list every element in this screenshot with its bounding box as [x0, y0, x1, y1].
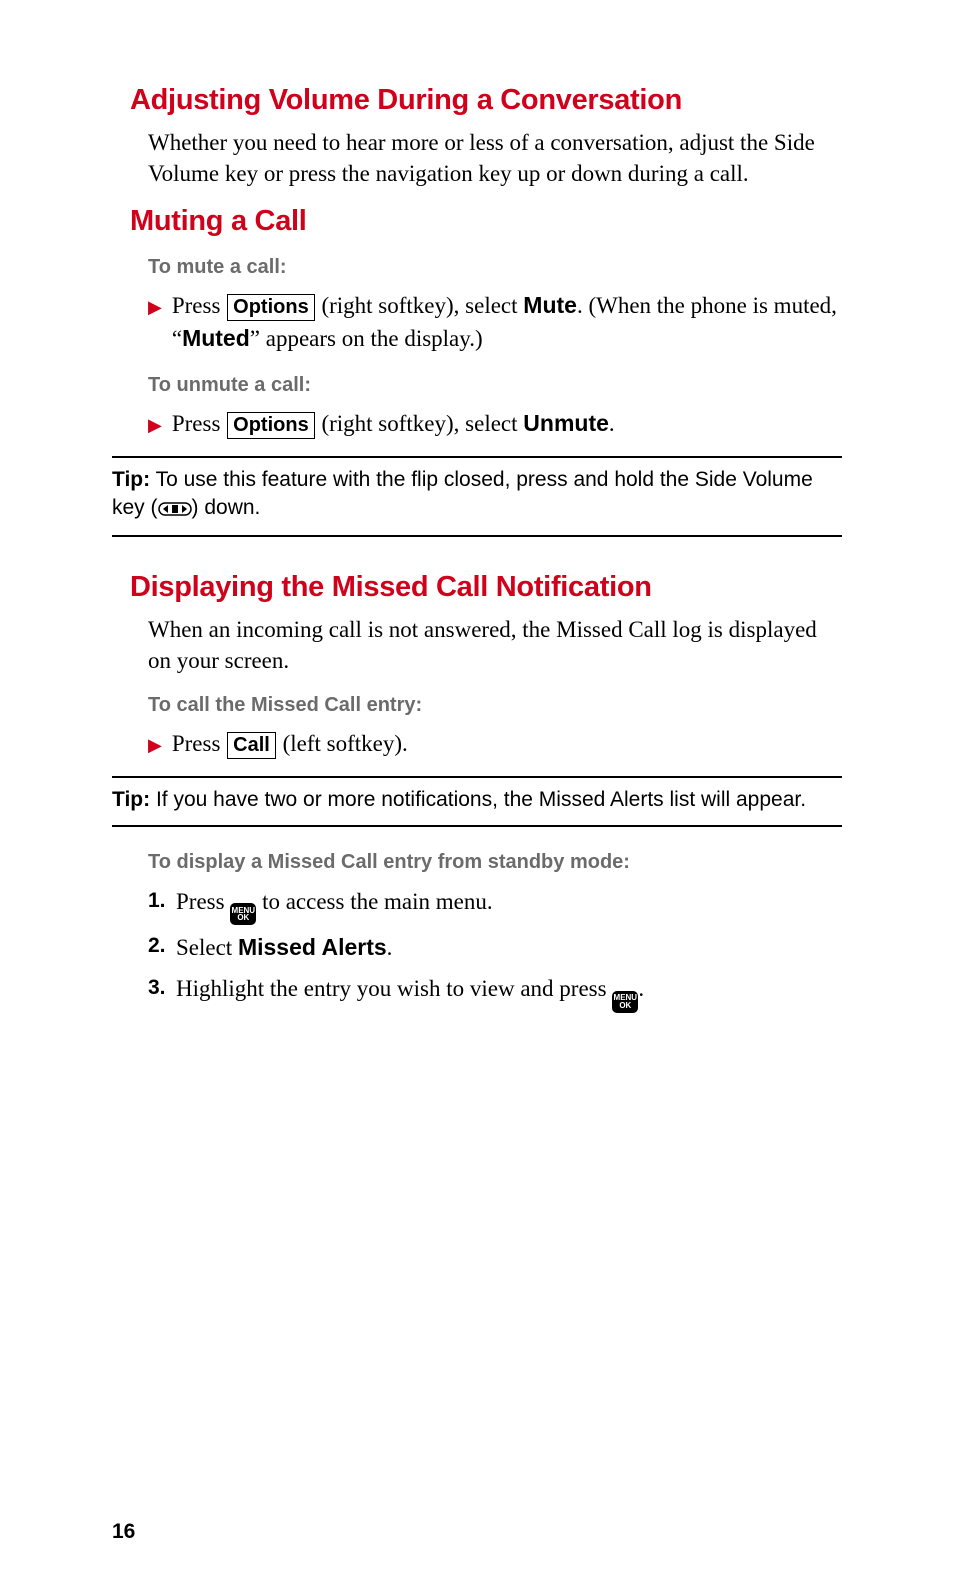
page-number: 16 — [112, 1520, 135, 1544]
list-item: 2. Select Missed Alerts. — [148, 929, 842, 967]
body-missed-call: When an incoming call is not answered, t… — [148, 614, 842, 676]
text: Select — [176, 935, 238, 960]
list-item: 1. Press MENUOK to access the main menu. — [148, 884, 842, 926]
text: ” appears on the display.) — [250, 326, 483, 351]
sub-to-mute: To mute a call: — [148, 256, 842, 279]
body-adjust-volume: Whether you need to hear more or less of… — [148, 127, 842, 189]
list-item: 3. Highlight the entry you wish to view … — [148, 971, 842, 1013]
tip-label: Tip: — [112, 788, 150, 811]
sub-display-missed: To display a Missed Call entry from stan… — [148, 851, 842, 874]
text: to access the main menu. — [256, 889, 492, 914]
heading-muting-call: Muting a Call — [130, 205, 842, 238]
tip-mute-flip: Tip: To use this feature with the flip c… — [112, 456, 842, 537]
text: (right softkey), select — [316, 411, 524, 436]
heading-missed-call: Displaying the Missed Call Notification — [130, 571, 842, 604]
numbered-list: 1. Press MENUOK to access the main menu.… — [148, 884, 842, 1013]
volume-key-icon — [158, 496, 192, 524]
step-call-missed: ▶ Press Call (left softkey). — [148, 727, 842, 760]
number-1: 1. — [148, 884, 176, 926]
text: . — [638, 976, 644, 1001]
tip-missed-alerts: Tip: If you have two or more notificatio… — [112, 776, 842, 826]
keycap-options: Options — [227, 412, 315, 439]
bold-missed-alerts: Missed Alerts — [238, 934, 387, 960]
text: Highlight the entry you wish to view and… — [176, 976, 612, 1001]
tip-label: Tip: — [112, 468, 150, 491]
text: Press — [172, 293, 226, 318]
tip-text: If you have two or more notifications, t… — [150, 788, 806, 811]
text: Press — [172, 731, 226, 756]
bold-unmute: Unmute — [523, 410, 609, 436]
menu-ok-key-icon: MENUOK — [612, 991, 638, 1013]
text: (right softkey), select — [316, 293, 524, 318]
sub-to-unmute: To unmute a call: — [148, 374, 842, 397]
text: . — [609, 411, 615, 436]
keycap-options: Options — [227, 294, 315, 321]
keycap-call: Call — [227, 732, 276, 759]
number-2: 2. — [148, 929, 176, 967]
step-unmute: ▶ Press Options (right softkey), select … — [148, 407, 842, 440]
heading-adjust-volume: Adjusting Volume During a Conversation — [130, 84, 842, 117]
tip-text-b: ) down. — [192, 496, 261, 519]
menu-ok-key-icon: MENUOK — [230, 903, 256, 925]
number-3: 3. — [148, 971, 176, 1013]
text: Press — [172, 411, 226, 436]
bold-muted: Muted — [182, 325, 250, 351]
sub-call-missed: To call the Missed Call entry: — [148, 694, 842, 717]
bold-mute: Mute — [523, 292, 577, 318]
bullet-icon: ▶ — [148, 294, 162, 320]
text: . — [387, 935, 393, 960]
bullet-icon: ▶ — [148, 412, 162, 438]
text: (left softkey). — [277, 731, 408, 756]
step-mute: ▶ Press Options (right softkey), select … — [148, 289, 842, 356]
bullet-icon: ▶ — [148, 732, 162, 758]
text: Press — [176, 889, 230, 914]
